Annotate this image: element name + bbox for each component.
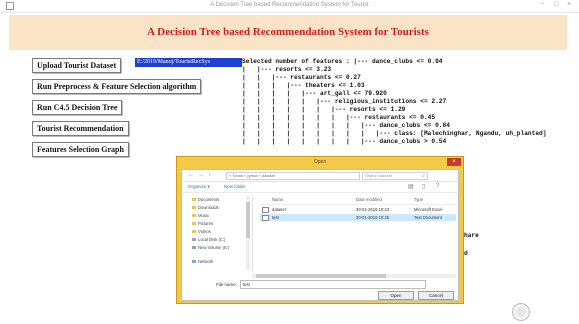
run-decision-tree-button[interactable]: Run C4.5 Decision Tree <box>32 100 123 115</box>
file-date: 30-01-2019 10:45 <box>356 215 390 220</box>
column-type[interactable]: Type <box>414 197 423 202</box>
folder-icon <box>192 214 196 217</box>
dialog-body: ← → ↑ « Touris › python › dataset Search… <box>181 169 459 301</box>
nav-scrollbar[interactable] <box>246 196 250 270</box>
dataset-path-field[interactable]: E:/2019/Manoj/TouristRecSys <box>135 58 242 67</box>
tree-line: | | | | | | | | | |--- class: [Maleching… <box>242 130 547 137</box>
open-file-dialog: Open × ← → ↑ « Touris › python › dataset… <box>176 156 464 304</box>
dialog-title: Open <box>313 159 327 165</box>
search-icon: ⌕ <box>422 173 425 179</box>
filename-input[interactable]: test <box>240 280 426 289</box>
tree-fragment: d <box>464 250 468 257</box>
file-row[interactable]: test 30-01-2019 10:45 Text Document <box>260 214 456 221</box>
tree-line: | | | | | | | |--- restaurants <= 0.45 <box>242 114 436 121</box>
tree-output-area: Selected number of features : |--- dance… <box>242 57 562 157</box>
nav-item-pictures[interactable]: Pictures <box>198 221 213 226</box>
address-bar[interactable]: « Touris › python › dataset <box>226 172 360 180</box>
file-name: dataset <box>272 207 286 212</box>
drive-icon <box>192 246 196 249</box>
dialog-toolbar: Organize ▾ New folder ▤ ▯ ? <box>182 182 458 193</box>
round-action-button[interactable] <box>512 303 530 321</box>
file-name: test <box>272 215 279 220</box>
maximize-button[interactable]: □ <box>554 1 558 8</box>
dialog-nav-row: ← → ↑ « Touris › python › dataset Search… <box>182 170 458 182</box>
nav-item-network[interactable]: Network <box>198 259 213 264</box>
folder-icon <box>192 222 196 225</box>
column-date-modified[interactable]: Date modified <box>356 197 382 202</box>
file-date: 30-01-2019 10:43 <box>356 207 390 212</box>
close-button[interactable]: × <box>567 1 571 8</box>
file-list-scroll-thumb[interactable] <box>256 274 386 278</box>
search-placeholder: Search dataset <box>365 173 392 178</box>
folder-icon <box>192 230 196 233</box>
tree-line: | | |--- restaurants <= 0.27 <box>242 74 361 81</box>
tree-line: | | | | | | | | |--- dance_clubs > 0.54 <box>242 138 447 145</box>
nav-item-documents[interactable]: Documents <box>198 197 219 202</box>
file-icon <box>262 215 269 221</box>
file-list-scrollbar[interactable] <box>252 274 456 278</box>
search-input[interactable]: Search dataset ⌕ <box>362 172 428 180</box>
file-list-header: Name Date modified Type <box>260 196 456 205</box>
tree-line: | | | | |--- art_gall <= 79.920 <box>242 90 387 97</box>
upload-dataset-button[interactable]: Upload Tourist Dataset <box>32 58 122 73</box>
network-icon <box>192 260 196 263</box>
tree-line: | | | | | |--- religious_institutions <=… <box>242 98 447 105</box>
filename-label: File name: <box>216 282 238 287</box>
nav-item-videos[interactable]: Videos <box>198 229 211 234</box>
drive-icon <box>192 238 196 241</box>
folder-icon <box>192 206 196 209</box>
nav-item-local-disk[interactable]: Local Disk (C:) <box>198 237 225 242</box>
tree-fragment: hare <box>464 232 479 239</box>
file-type: Microsoft Excel <box>414 207 443 212</box>
folder-icon <box>192 198 196 201</box>
features-selection-graph-button[interactable]: Features Selection Graph <box>32 142 129 157</box>
column-name[interactable]: Name <box>272 197 283 202</box>
back-arrow-icon[interactable]: ← <box>188 172 194 178</box>
new-folder-button[interactable]: New folder <box>224 184 246 189</box>
window-title: A Decision Tree based Recommendation Sys… <box>210 2 369 8</box>
page-title: A Decision Tree based Recommendation Sys… <box>147 26 429 38</box>
help-icon[interactable]: ? <box>436 183 439 189</box>
nav-item-music[interactable]: Music <box>198 213 209 218</box>
tree-line: | | | | | | | | |--- dance_clubs <= 0.84 <box>242 122 450 129</box>
run-preprocess-button[interactable]: Run Preprocess & Feature Selection algor… <box>32 79 202 94</box>
tree-line: Selected number of features : |--- dance… <box>242 58 443 65</box>
view-options-icon[interactable]: ▤ <box>408 183 414 190</box>
nav-item-downloads[interactable]: Downloads <box>198 205 219 210</box>
forward-arrow-icon[interactable]: → <box>198 172 204 178</box>
file-type: Text Document <box>414 215 442 220</box>
organize-menu[interactable]: Organize ▾ <box>188 184 210 190</box>
dialog-close-button[interactable]: × <box>447 158 461 166</box>
up-arrow-icon[interactable]: ↑ <box>208 172 211 178</box>
header-panel: A Decision Tree based Recommendation Sys… <box>9 15 567 50</box>
navigation-pane: Documents Downloads Music Pictures Video… <box>184 194 253 272</box>
minimize-button[interactable]: − <box>540 1 544 8</box>
nav-item-new-volume[interactable]: New Volume (E:) <box>198 245 229 250</box>
tree-line: | | | |--- theaters <= 1.03 <box>242 82 365 89</box>
nav-scroll-thumb[interactable] <box>246 202 250 238</box>
file-row[interactable]: dataset 30-01-2019 10:43 Microsoft Excel <box>260 206 456 213</box>
preview-pane-icon[interactable]: ▯ <box>422 183 425 190</box>
tree-line: | | | | | | |--- resorts <= 1.29 <box>242 106 406 113</box>
open-button[interactable]: Open <box>378 291 414 300</box>
tree-line: | |--- resorts <= 3.23 <box>242 66 332 73</box>
file-icon <box>262 207 269 213</box>
window-titlebar: A Decision Tree based Recommendation Sys… <box>0 0 579 13</box>
tourist-recommendation-button[interactable]: Tourist Recommendation <box>32 121 129 136</box>
cancel-button[interactable]: Cancel <box>418 291 454 300</box>
dialog-titlebar: Open × <box>177 157 463 168</box>
